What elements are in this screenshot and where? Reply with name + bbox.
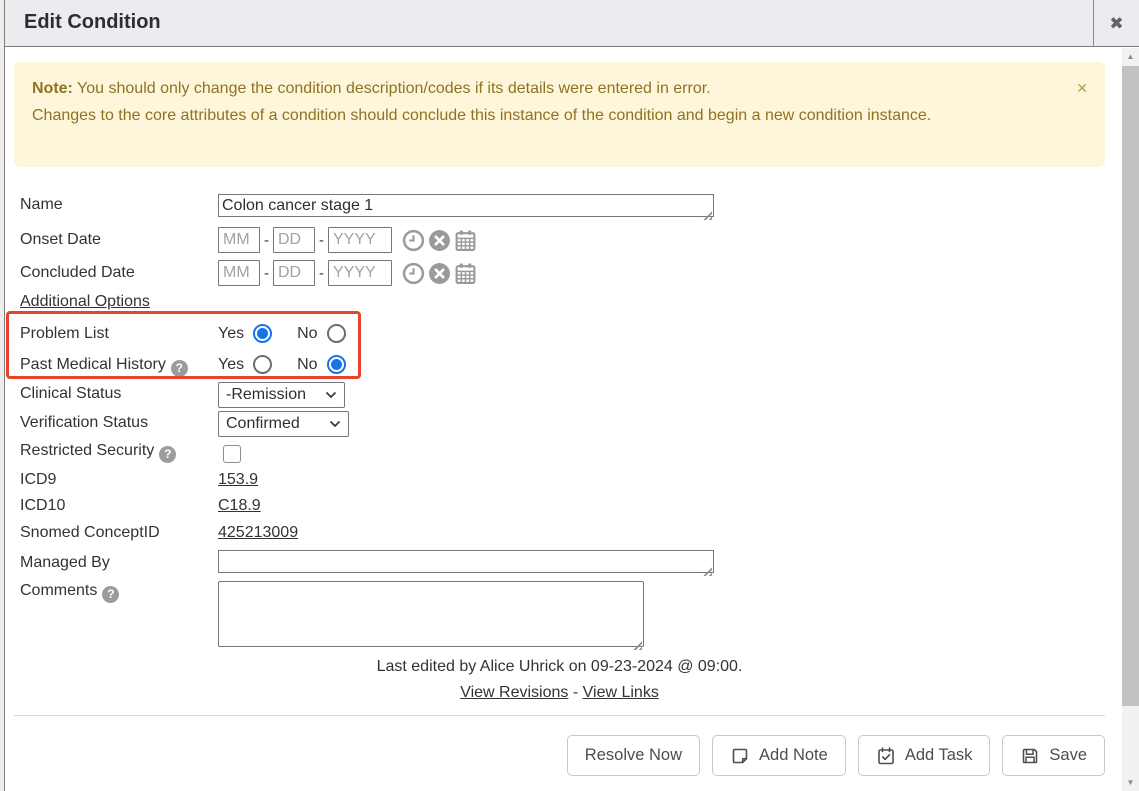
- managed-by-row: Managed By: [0, 550, 1105, 580]
- clear-date-icon[interactable]: [428, 229, 451, 252]
- footer-divider: [14, 715, 1105, 716]
- clinical-status-select[interactable]: -Remission: [218, 382, 345, 408]
- add-note-label: Add Note: [759, 746, 828, 765]
- scroll-down-arrow-icon[interactable]: ▼: [1122, 774, 1139, 791]
- resolve-now-button[interactable]: Resolve Now: [567, 735, 700, 776]
- concluded-month-input[interactable]: [218, 260, 260, 286]
- name-label: Name: [20, 196, 63, 214]
- name-row: Name Colon cancer stage 1: [0, 194, 1105, 224]
- additional-options-row: Additional Options: [0, 293, 1105, 323]
- add-task-label: Add Task: [905, 746, 973, 765]
- chevron-down-icon: [329, 420, 341, 428]
- name-input[interactable]: Colon cancer stage 1: [218, 194, 714, 217]
- icd10-row: ICD10 C18.9: [0, 497, 1105, 527]
- calendar-icon[interactable]: [454, 229, 477, 252]
- date-separator: -: [319, 265, 324, 282]
- resolve-now-label: Resolve Now: [585, 746, 682, 765]
- restricted-security-row: Restricted Security?: [0, 441, 1105, 471]
- onset-day-input[interactable]: [273, 227, 315, 253]
- past-medical-history-no-radio[interactable]: [327, 355, 346, 374]
- date-separator: -: [319, 232, 324, 249]
- comments-textarea[interactable]: [218, 581, 644, 647]
- comments-row: Comments?: [0, 580, 1105, 650]
- help-icon[interactable]: ?: [171, 360, 188, 377]
- restricted-security-checkbox[interactable]: [223, 445, 241, 463]
- managed-by-label: Managed By: [20, 554, 110, 572]
- problem-list-row: Problem List Yes No: [0, 322, 1105, 352]
- snomed-label: Snomed ConceptID: [20, 524, 160, 542]
- concluded-year-input[interactable]: [328, 260, 392, 286]
- date-separator: -: [264, 232, 269, 249]
- clinical-status-row: Clinical Status -Remission: [0, 382, 1105, 412]
- problem-list-yes-radio[interactable]: [253, 324, 272, 343]
- past-medical-history-row: Past Medical History? Yes No: [0, 353, 1105, 383]
- edit-condition-dialog: Edit Condition ✖ Note: You should only c…: [0, 0, 1139, 791]
- view-revisions-link[interactable]: View Revisions: [460, 684, 568, 701]
- footer-button-row: Resolve Now Add Note Add Task Save: [567, 735, 1105, 776]
- onset-date-row: Onset Date - -: [0, 227, 1105, 257]
- managed-by-input[interactable]: [218, 550, 714, 573]
- view-links-link[interactable]: View Links: [583, 684, 659, 701]
- verification-status-label: Verification Status: [20, 414, 148, 432]
- past-medical-history-label: Past Medical History?: [20, 356, 188, 377]
- clock-icon[interactable]: [402, 262, 425, 285]
- clear-date-icon[interactable]: [428, 262, 451, 285]
- links-separator: -: [573, 684, 578, 701]
- comments-label: Comments?: [20, 582, 119, 603]
- verification-status-value: Confirmed: [226, 415, 300, 433]
- help-icon[interactable]: ?: [102, 586, 119, 603]
- icd10-label: ICD10: [20, 497, 65, 515]
- save-icon: [1020, 746, 1040, 766]
- concluded-date-label: Concluded Date: [20, 264, 135, 282]
- verification-status-row: Verification Status Confirmed: [0, 411, 1105, 441]
- icd9-label: ICD9: [20, 471, 56, 489]
- date-separator: -: [264, 265, 269, 282]
- close-button[interactable]: ✖: [1094, 0, 1139, 47]
- revision-links: View Revisions - View Links: [14, 684, 1105, 702]
- add-note-button[interactable]: Add Note: [712, 735, 846, 776]
- save-label: Save: [1049, 746, 1087, 765]
- snomed-code-link[interactable]: 425213009: [218, 524, 298, 542]
- concluded-date-row: Concluded Date - -: [0, 260, 1105, 290]
- save-button[interactable]: Save: [1002, 735, 1105, 776]
- calendar-check-icon: [876, 746, 896, 766]
- past-medical-history-yes-label: Yes: [218, 356, 244, 374]
- note-text: You should only change the condition des…: [32, 80, 931, 124]
- help-icon[interactable]: ?: [159, 446, 176, 463]
- chevron-down-icon: [325, 391, 337, 399]
- onset-year-input[interactable]: [328, 227, 392, 253]
- problem-list-no-radio[interactable]: [327, 324, 346, 343]
- concluded-day-input[interactable]: [273, 260, 315, 286]
- note-dismiss-icon[interactable]: ✕: [1076, 75, 1088, 102]
- dialog-title: Edit Condition: [24, 11, 161, 34]
- close-icon: ✖: [1109, 14, 1123, 34]
- problem-list-no-label: No: [297, 325, 317, 343]
- additional-options-link[interactable]: Additional Options: [20, 293, 150, 311]
- note-banner: Note: You should only change the conditi…: [14, 62, 1105, 167]
- past-medical-history-no-label: No: [297, 356, 317, 374]
- onset-date-label: Onset Date: [20, 231, 101, 249]
- last-edited-text: Last edited by Alice Uhrick on 09-23-202…: [14, 658, 1105, 676]
- onset-month-input[interactable]: [218, 227, 260, 253]
- add-task-button[interactable]: Add Task: [858, 735, 991, 776]
- calendar-icon[interactable]: [454, 262, 477, 285]
- icd10-code-link[interactable]: C18.9: [218, 497, 261, 515]
- past-medical-history-yes-radio[interactable]: [253, 355, 272, 374]
- problem-list-label: Problem List: [20, 325, 109, 343]
- clinical-status-label: Clinical Status: [20, 385, 121, 403]
- problem-list-yes-label: Yes: [218, 325, 244, 343]
- clinical-status-value: -Remission: [226, 386, 306, 404]
- scrollbar-thumb[interactable]: [1122, 66, 1139, 706]
- note-label: Note:: [32, 80, 73, 97]
- scrollbar[interactable]: ▲ ▼: [1122, 48, 1139, 791]
- clock-icon[interactable]: [402, 229, 425, 252]
- dialog-titlebar: Edit Condition ✖: [5, 0, 1139, 47]
- icd9-code-link[interactable]: 153.9: [218, 471, 258, 489]
- note-icon: [730, 746, 750, 766]
- restricted-security-label: Restricted Security?: [20, 442, 176, 463]
- verification-status-select[interactable]: Confirmed: [218, 411, 349, 437]
- scroll-up-arrow-icon[interactable]: ▲: [1122, 48, 1139, 65]
